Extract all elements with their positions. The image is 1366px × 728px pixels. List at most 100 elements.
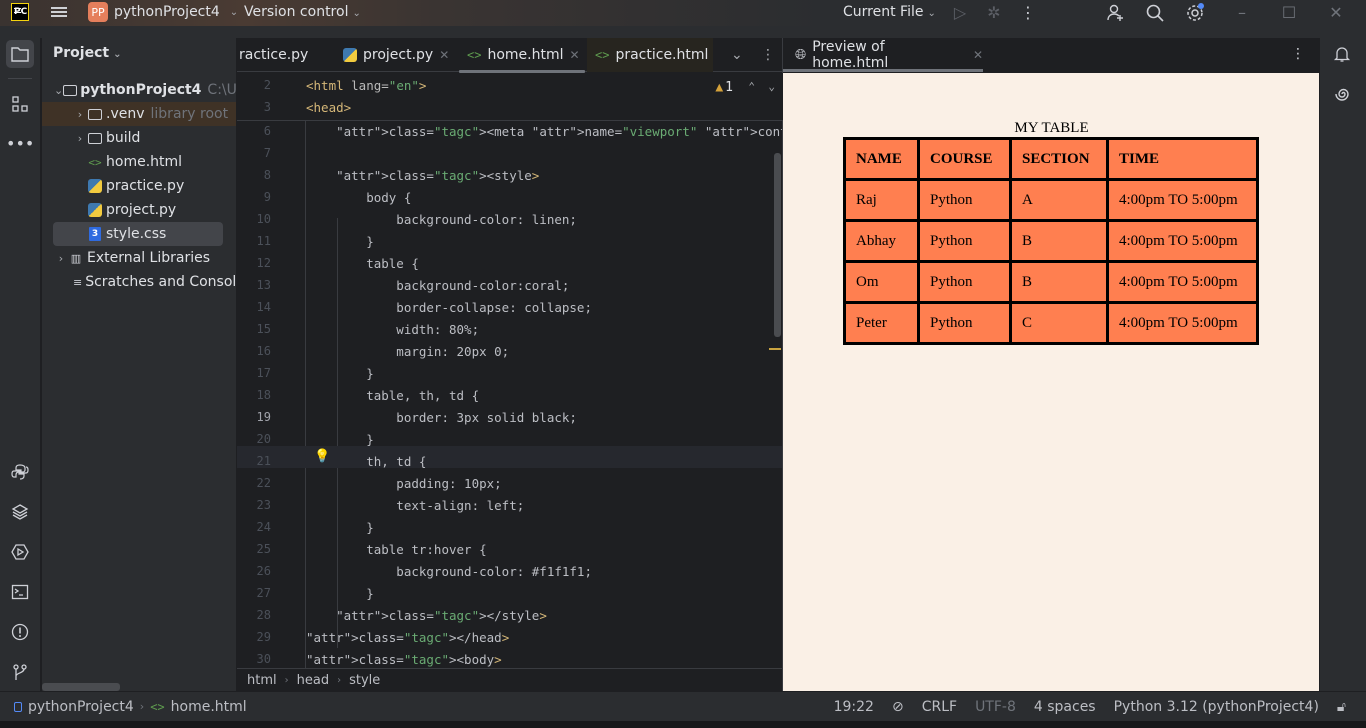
tab-list-chevron-icon[interactable]: ⌄ bbox=[723, 38, 751, 72]
tree-item-venv[interactable]: › .venv library root bbox=[42, 102, 236, 126]
tab-preview[interactable]: 🌐︎ Preview of home.html ✕ bbox=[783, 38, 983, 72]
tree-item-home-html[interactable]: <> home.html bbox=[42, 150, 236, 174]
column-header: TIME bbox=[1106, 137, 1259, 181]
settings-gear-icon[interactable] bbox=[1185, 3, 1205, 23]
project-switcher[interactable]: PP pythonProject4 ⌄ bbox=[88, 2, 238, 22]
status-project[interactable]: pythonProject4 bbox=[28, 699, 134, 715]
code-area[interactable]: 2 <html lang="en"> 3 <head> ▲ 1 ⌃ ⌄ 💡 6 "… bbox=[237, 73, 783, 668]
python-file-icon bbox=[87, 178, 103, 194]
previous-highlight-icon[interactable]: ⌃ bbox=[748, 80, 755, 93]
breadcrumb-item[interactable]: html bbox=[247, 673, 277, 688]
chevron-down-icon: ⌄ bbox=[113, 49, 122, 60]
line-ending[interactable]: CRLF bbox=[922, 699, 957, 715]
file-encoding[interactable]: UTF-8 bbox=[975, 699, 1016, 715]
indent-setting[interactable]: 4 spaces bbox=[1034, 699, 1096, 715]
project-panel-title[interactable]: Project ⌄ bbox=[53, 45, 121, 61]
minimize-icon[interactable]: – bbox=[1232, 3, 1252, 23]
line-number: 20 bbox=[256, 432, 271, 446]
terminal-icon[interactable] bbox=[6, 578, 34, 606]
vertical-scrollbar[interactable] bbox=[774, 153, 781, 337]
python-console-icon[interactable] bbox=[6, 458, 34, 486]
more-tools-icon[interactable]: ••• bbox=[6, 130, 34, 158]
line-number: 19 bbox=[256, 410, 271, 424]
ai-assistant-spiral-icon[interactable] bbox=[1328, 80, 1356, 108]
tree-item-project-root[interactable]: ⌄ pythonProject4 C:\Use bbox=[42, 78, 236, 102]
tab-practice-html[interactable]: <> practice.html bbox=[587, 38, 713, 72]
line-number: 22 bbox=[256, 476, 271, 490]
next-highlight-icon[interactable]: ⌄ bbox=[768, 80, 775, 93]
table-cell: 4:00pm TO 5:00pm bbox=[1106, 178, 1259, 222]
structure-icon[interactable] bbox=[6, 90, 34, 118]
add-user-icon[interactable] bbox=[1105, 3, 1125, 23]
tree-item-practice-py[interactable]: practice.py bbox=[42, 174, 236, 198]
tree-item-style-css[interactable]: 3 style.css bbox=[53, 222, 223, 246]
chevron-right-icon: › bbox=[58, 251, 64, 265]
python-interpreter[interactable]: Python 3.12 (pythonProject4) bbox=[1114, 699, 1319, 715]
breadcrumb: html › head › style bbox=[237, 668, 783, 691]
data-table: NAME COURSE SECTION TIME Raj Python A 4:… bbox=[843, 137, 1259, 345]
table-cell: Python bbox=[917, 178, 1012, 222]
version-control-menu[interactable]: Version control ⌄ bbox=[244, 4, 361, 20]
notifications-bell-icon[interactable] bbox=[1328, 40, 1356, 68]
tab-practice-py[interactable]: ractice.py bbox=[231, 38, 316, 72]
tab-project-py[interactable]: project.py ✕ bbox=[335, 38, 457, 72]
table-cell: Raj bbox=[843, 178, 920, 222]
close-window-icon[interactable]: ✕ bbox=[1326, 3, 1346, 23]
tree-item-build[interactable]: › build bbox=[42, 126, 236, 150]
code-line: table tr:hover { bbox=[306, 542, 487, 557]
status-file[interactable]: home.html bbox=[171, 699, 247, 715]
line-number: 23 bbox=[256, 498, 271, 512]
warning-indicator[interactable]: ▲ 1 bbox=[715, 80, 733, 95]
tree-item-scratches[interactable]: ≡ Scratches and Consoles bbox=[42, 270, 236, 294]
code-line: th, td { bbox=[306, 454, 427, 469]
layers-icon[interactable] bbox=[6, 498, 34, 526]
git-branch-icon[interactable] bbox=[6, 658, 34, 686]
close-tab-icon[interactable]: ✕ bbox=[439, 48, 449, 62]
code-line: width: 80%; bbox=[306, 322, 480, 337]
chevron-down-icon: ⌄ bbox=[229, 6, 239, 18]
no-power-save-icon[interactable]: ⊘ bbox=[892, 699, 904, 715]
horizontal-scrollbar[interactable] bbox=[42, 683, 120, 691]
search-icon[interactable] bbox=[1145, 3, 1165, 23]
table-header-row: NAME COURSE SECTION TIME bbox=[843, 137, 1259, 181]
table-cell: Python bbox=[917, 219, 1012, 263]
line-number: 14 bbox=[256, 300, 271, 314]
html-file-icon: <> bbox=[88, 155, 102, 169]
breadcrumb-item[interactable]: head bbox=[297, 673, 329, 688]
debug-icon[interactable]: ✲ bbox=[984, 3, 1004, 23]
code-line: "attr">class="tagc"><body> bbox=[306, 652, 502, 667]
code-line: background-color: linen; bbox=[306, 212, 577, 227]
main-menu-icon[interactable] bbox=[51, 5, 67, 21]
caret-position[interactable]: 19:22 bbox=[834, 699, 874, 715]
breadcrumb-item[interactable]: style bbox=[349, 673, 380, 688]
lock-icon[interactable]: 🔓︎ bbox=[1337, 699, 1346, 715]
services-icon[interactable] bbox=[6, 538, 34, 566]
close-tab-icon[interactable]: ✕ bbox=[973, 48, 983, 62]
close-tab-icon[interactable]: ✕ bbox=[569, 48, 579, 62]
code-line: } bbox=[306, 586, 374, 601]
maximize-icon[interactable]: ☐ bbox=[1279, 3, 1299, 23]
tab-home-html[interactable]: <> home.html ✕ bbox=[459, 38, 585, 73]
problems-icon[interactable] bbox=[6, 618, 34, 646]
more-actions-icon[interactable]: ⋮ bbox=[1018, 3, 1038, 23]
tab-more-icon[interactable]: ⋮ bbox=[753, 38, 783, 72]
line-number: 16 bbox=[256, 344, 271, 358]
project-folder-icon[interactable] bbox=[6, 40, 34, 68]
run-icon[interactable]: ▷ bbox=[950, 3, 970, 23]
preview-more-icon[interactable]: ⋮ bbox=[1291, 46, 1305, 62]
run-config-selector[interactable]: Current File ⌄ bbox=[843, 4, 936, 20]
warning-marker[interactable] bbox=[769, 348, 781, 350]
code-line: table { bbox=[306, 256, 419, 271]
sticky-lines: 2 <html lang="en"> 3 <head> bbox=[237, 73, 783, 121]
css-file-icon: 3 bbox=[87, 226, 103, 242]
code-line: background-color: #f1f1f1; bbox=[306, 564, 592, 579]
line-number: 21 bbox=[256, 454, 271, 468]
table-cell: Abhay bbox=[843, 219, 920, 263]
tree-item-project-py[interactable]: project.py bbox=[42, 198, 236, 222]
scratches-icon: ≡ bbox=[73, 275, 83, 289]
code-line: } bbox=[306, 366, 374, 381]
pycharm-logo-icon[interactable]: PC bbox=[11, 3, 29, 21]
column-header: NAME bbox=[843, 137, 920, 181]
module-icon bbox=[14, 701, 22, 712]
tree-item-external-libraries[interactable]: › ▥ External Libraries bbox=[42, 246, 236, 270]
